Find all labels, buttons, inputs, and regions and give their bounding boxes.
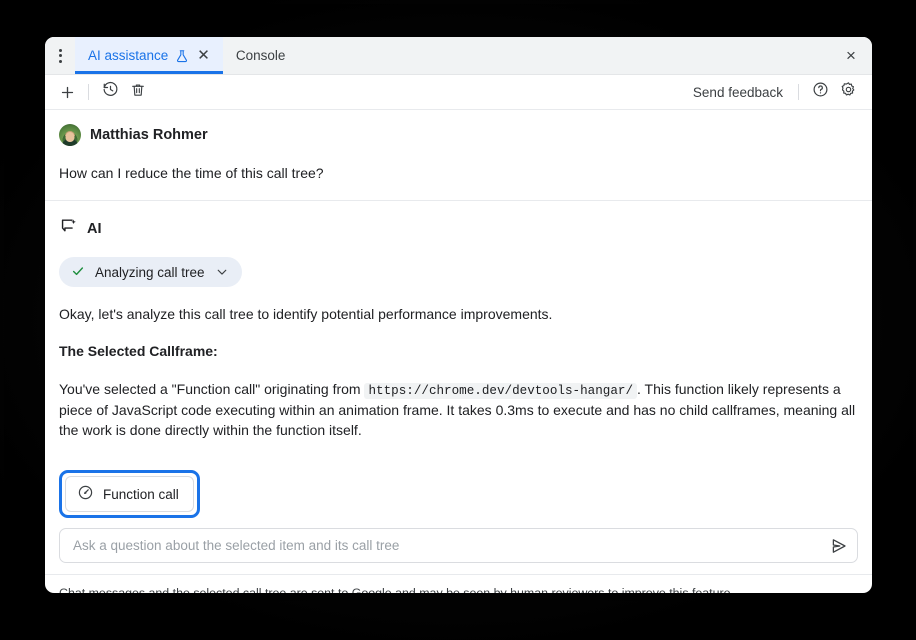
delete-chat-button[interactable]	[124, 79, 152, 105]
ai-answer-before-code: You've selected a "Function call" origin…	[59, 381, 364, 397]
new-chat-button[interactable]	[53, 79, 81, 105]
user-header: Matthias Rohmer	[59, 124, 858, 146]
user-message-block: Matthias Rohmer How can I reduce the tim…	[59, 110, 858, 181]
tab-console-label: Console	[236, 48, 286, 63]
ai-paragraph-1: Okay, let's analyze this call tree to id…	[59, 304, 858, 324]
ai-paragraph-2: You've selected a "Function call" origin…	[59, 379, 858, 441]
ai-sparkle-bubble-icon	[59, 217, 78, 241]
performance-gauge-icon	[77, 484, 94, 504]
thinking-step-label: Analyzing call tree	[95, 265, 205, 280]
selected-context-chip-focus-ring: Function call	[59, 470, 200, 518]
chat-input[interactable]	[71, 537, 824, 554]
callframe-url-code: https://chrome.dev/devtools-hangar/	[364, 383, 637, 399]
history-button[interactable]	[96, 79, 124, 105]
gear-icon	[840, 81, 857, 103]
ai-message-block: AI Analyzing call tree Okay, let's analy…	[59, 201, 858, 518]
user-name: Matthias Rohmer	[90, 127, 208, 143]
more-options-button[interactable]	[45, 37, 75, 74]
disclaimer-footer: Chat messages and the selected call tree…	[45, 574, 872, 593]
toolbar-separator	[88, 84, 89, 100]
thinking-step-pill[interactable]: Analyzing call tree	[59, 257, 242, 287]
history-icon	[102, 81, 119, 103]
settings-button[interactable]	[834, 79, 862, 105]
tab-ai-assistance[interactable]: AI assistance ✕	[75, 37, 223, 74]
tab-ai-assistance-label: AI assistance	[88, 48, 168, 63]
close-icon: ×	[846, 46, 856, 66]
send-feedback-button[interactable]: Send feedback	[685, 85, 791, 100]
avatar	[59, 124, 81, 146]
conversation-content: Matthias Rohmer How can I reduce the tim…	[45, 110, 872, 518]
chat-input-row	[45, 518, 872, 563]
selected-context-chip-label: Function call	[103, 487, 179, 502]
tab-close-icon[interactable]: ✕	[197, 48, 210, 63]
ai-header: AI	[59, 217, 858, 241]
user-message-text: How can I reduce the time of this call t…	[59, 165, 858, 181]
check-icon	[71, 264, 85, 280]
ai-heading-1: The Selected Callframe:	[59, 341, 858, 361]
tab-strip: AI assistance ✕ Console ×	[45, 37, 872, 75]
tab-console[interactable]: Console	[223, 37, 299, 74]
more-vertical-icon	[59, 49, 62, 63]
send-button[interactable]	[824, 537, 848, 555]
tab-strip-spacer	[298, 37, 830, 74]
flask-icon	[175, 49, 189, 63]
ai-label: AI	[87, 221, 102, 237]
disclaimer-line-1: Chat messages and the selected call tree…	[59, 584, 858, 593]
selected-context-chip[interactable]: Function call	[65, 476, 194, 512]
devtools-panel-window: AI assistance ✕ Console ×	[45, 37, 872, 593]
chat-input-box[interactable]	[59, 528, 858, 563]
help-button[interactable]	[806, 79, 834, 105]
toolbar-separator-right	[798, 84, 799, 100]
help-icon	[812, 81, 829, 103]
panel-toolbar: Send feedback	[45, 75, 872, 110]
panel-close-button[interactable]: ×	[830, 37, 872, 74]
chevron-down-icon[interactable]	[215, 265, 229, 279]
delete-icon	[130, 82, 146, 103]
